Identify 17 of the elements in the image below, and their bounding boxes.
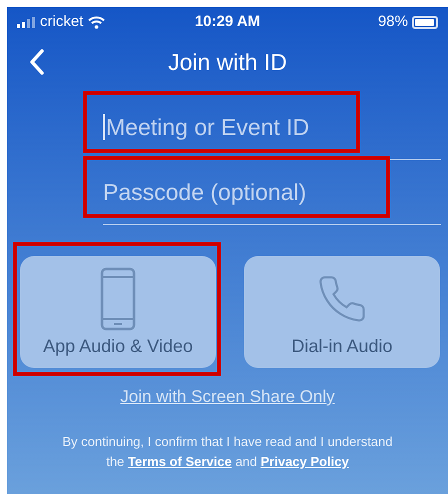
terms-notice: By continuing, I confirm that I have read and I understand the Terms of Service and Privacy Policy [61, 433, 394, 471]
audio-option-button[interactable]: App Audio & Video [20, 256, 216, 368]
signal-icon [17, 16, 35, 28]
battery-percent: 98% [378, 12, 408, 32]
screen-title: Join with ID [168, 48, 287, 75]
screen-share-link[interactable]: Join with Screen Share Only [120, 387, 335, 406]
phone-icon [100, 267, 136, 331]
wifi-icon [88, 16, 106, 28]
carrier-name: cricket [40, 12, 84, 32]
policy-link[interactable]: Privacy Policy [260, 454, 349, 469]
status-time: 10:29 AM [194, 12, 260, 30]
input-field[interactable]: Passcode (optional) [103, 174, 433, 210]
audio-option-button[interactable]: Dial-in Audio [244, 256, 440, 368]
input-field[interactable]: Meeting or Event ID [106, 110, 436, 144]
policy-link[interactable]: Terms of Service [128, 454, 232, 469]
battery-icon [412, 16, 438, 28]
back-icon[interactable] [29, 48, 45, 76]
